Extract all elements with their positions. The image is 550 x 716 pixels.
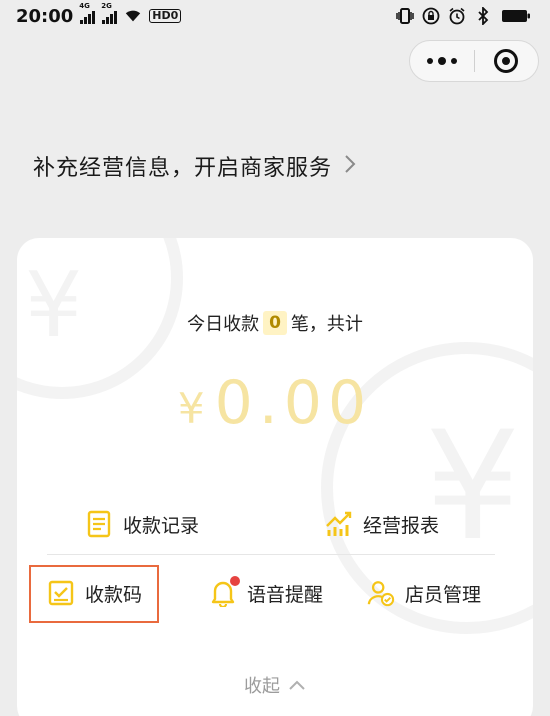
payment-code-label: 收款码: [85, 583, 143, 606]
merchant-info-text: 补充经营信息，开启商家服务: [33, 156, 333, 181]
bluetooth-icon: [474, 7, 492, 25]
signal-2g-tag: 2G: [101, 2, 112, 10]
svg-text:¥: ¥: [25, 253, 82, 358]
signal-4g-icon: 4G: [79, 2, 96, 24]
more-dots-icon: [426, 56, 457, 65]
hd-badge: HD0: [149, 9, 182, 23]
receipt-records-label: 收款记录: [123, 514, 200, 537]
hd-badge-number: 0: [170, 9, 179, 22]
staff-management-button[interactable]: 店员管理: [367, 579, 481, 607]
chart-icon: [325, 510, 353, 538]
signal-4g-tag: 4G: [79, 2, 90, 10]
wifi-icon: [124, 7, 142, 25]
close-mini-program-button[interactable]: [475, 41, 539, 81]
today-summary: 今日收款 0 笔，共计: [17, 310, 533, 336]
qr-receipt-icon: [47, 579, 75, 607]
status-left: 20:00 4G 2G HD0: [16, 2, 182, 27]
more-button[interactable]: [410, 41, 474, 81]
today-count: 0: [263, 311, 287, 335]
document-icon: [85, 510, 113, 538]
voice-reminder-label: 语音提醒: [247, 583, 324, 606]
business-report-label: 经营报表: [363, 514, 440, 537]
status-time: 20:00: [16, 5, 74, 27]
business-report-button[interactable]: 经营报表: [325, 510, 439, 538]
collapse-button[interactable]: 收起: [17, 672, 533, 698]
merchant-info-banner[interactable]: 补充经营信息，开启商家服务: [33, 148, 356, 184]
mini-program-capsule: [409, 40, 539, 82]
staff-icon: [367, 579, 395, 607]
notification-badge: [230, 576, 240, 586]
today-amount: ¥ 0.00: [17, 368, 533, 438]
staff-management-label: 店员管理: [405, 583, 482, 606]
lock-rotation-icon: [422, 7, 440, 25]
receipt-card: ¥ ¥ 今日收款 0 笔，共计 ¥ 0.00 收款记录 经营报表 收款码 语音提…: [17, 238, 533, 716]
chevron-right-icon: [344, 154, 356, 178]
payment-code-button[interactable]: 收款码: [47, 579, 142, 607]
battery-icon: [500, 7, 532, 25]
close-target-icon: [494, 49, 519, 73]
status-right: [396, 7, 532, 25]
vibrate-icon: [396, 7, 414, 25]
hd-badge-text: HD: [152, 9, 171, 22]
status-bar: 20:00 4G 2G HD0: [0, 0, 550, 32]
signal-2g-icon: 2G: [101, 2, 118, 24]
chevron-up-icon: [288, 675, 306, 696]
collapse-label: 收起: [244, 676, 280, 697]
bell-icon: [209, 576, 240, 607]
currency-symbol: ¥: [177, 384, 205, 433]
actions-divider: [47, 554, 495, 555]
voice-reminder-button[interactable]: 语音提醒: [209, 576, 324, 607]
amount-value: 0.00: [214, 368, 373, 438]
today-prefix: 今日收款: [187, 314, 260, 335]
alarm-icon: [448, 7, 466, 25]
receipt-records-button[interactable]: 收款记录: [85, 510, 199, 538]
today-suffix: 笔，共计: [290, 314, 363, 335]
